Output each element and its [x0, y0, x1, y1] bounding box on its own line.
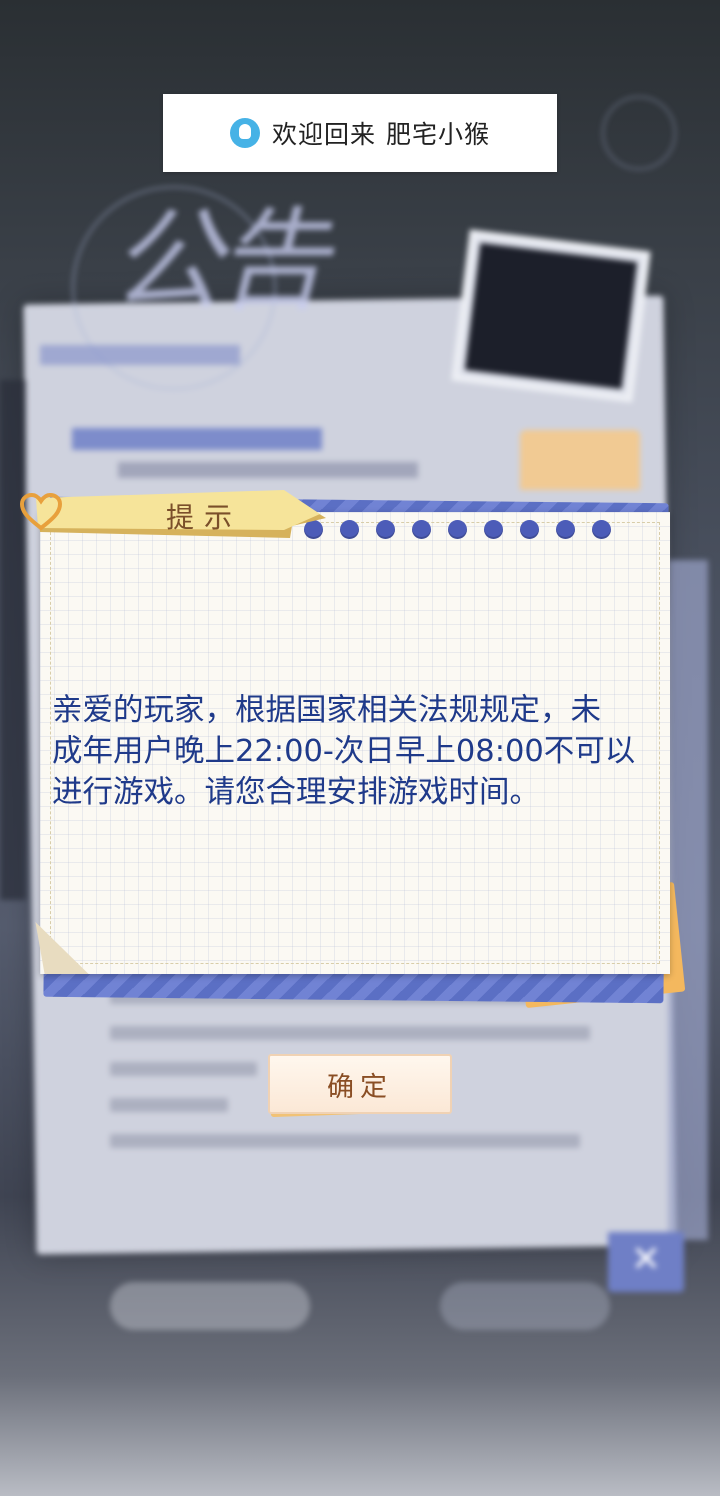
binder-dot [412, 520, 431, 539]
dialog-title: 提示 [165, 501, 242, 534]
confirm-button[interactable]: 确定 [266, 1054, 452, 1118]
binder-dot [592, 520, 611, 539]
dialog-folded-corner [35, 922, 89, 974]
qq-penguin-icon [229, 118, 260, 148]
binder-dot [484, 520, 503, 539]
binder-dot [520, 520, 539, 539]
binder-dot [340, 520, 359, 539]
dialog-message: 亲爱的玩家，根据国家相关法规规定，未 成年用户晚上22:00-次日早上08:00… [52, 693, 636, 810]
toast-username: 肥宅小猴 [386, 120, 491, 149]
binder-dot [448, 520, 467, 539]
background-left-strip [0, 380, 26, 900]
background-notice-title: 公告 [110, 197, 328, 327]
background-button-left [110, 1282, 310, 1330]
binder-dot [556, 520, 575, 539]
background-orange-tab [520, 430, 640, 490]
binder-dot [376, 520, 395, 539]
dialog-title-ribbon: 提示 [34, 488, 326, 540]
background-text-line [118, 462, 418, 478]
confirm-button-label: 确定 [268, 1054, 452, 1114]
background-round-badge [602, 96, 676, 170]
dialog-binder-dots [304, 520, 611, 539]
background-section-stripe [72, 428, 322, 450]
background-photo [451, 229, 651, 403]
background-close-icon: ✕ [608, 1232, 684, 1292]
background-subtitle-bar [40, 345, 240, 365]
toast-greeting: 欢迎回来 [271, 120, 376, 149]
background-button-right [440, 1282, 610, 1330]
welcome-toast: 欢迎回来 肥宅小猴 [163, 94, 557, 172]
heart-clip-icon [19, 492, 63, 531]
